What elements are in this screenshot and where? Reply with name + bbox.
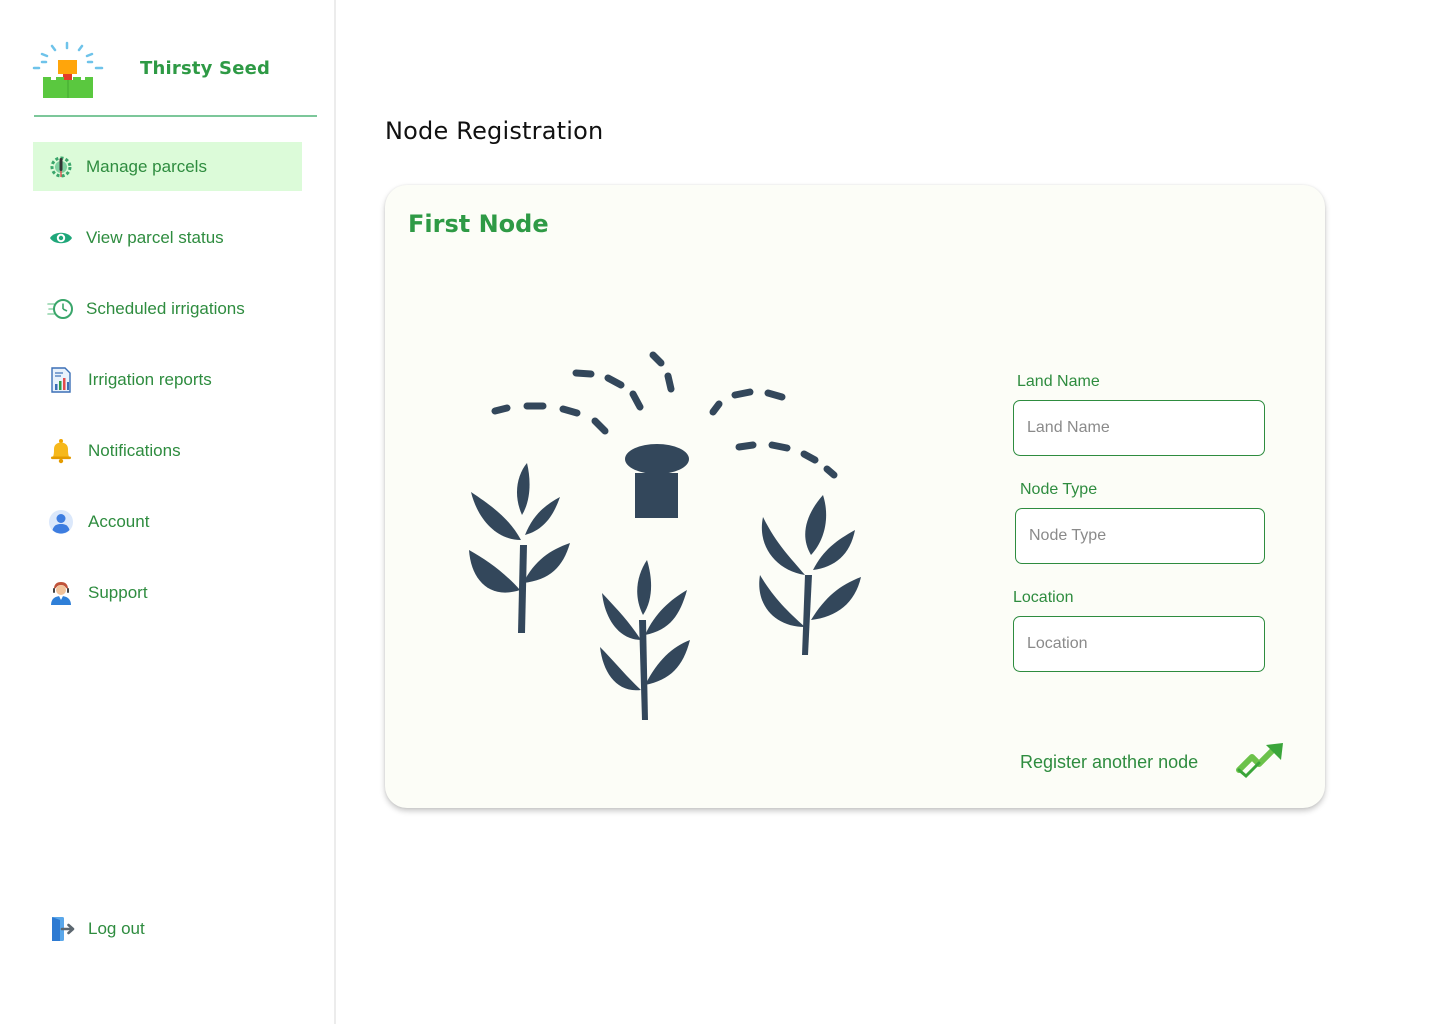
user-icon (47, 508, 75, 536)
register-another-node-button[interactable]: Register another node (1020, 743, 1290, 788)
bell-icon (47, 437, 75, 465)
land-name-label: Land Name (1017, 373, 1100, 390)
sidebar-item-support[interactable]: Support (33, 568, 302, 617)
sidebar-item-label: Notifications (88, 440, 181, 460)
node-type-label: Node Type (1020, 481, 1098, 498)
sidebar: Thirsty Seed Manage parcels View parcel … (0, 0, 336, 1024)
register-label: Register another node (1020, 752, 1199, 772)
clock-icon (47, 295, 75, 323)
sidebar-item-notifications[interactable]: Notifications (33, 426, 302, 475)
logout-button[interactable]: Log out (33, 905, 233, 954)
location-input[interactable] (1013, 616, 1265, 672)
sprinkler-plants-icon (469, 351, 861, 720)
report-chart-icon (47, 366, 75, 394)
sidebar-item-label: Account (88, 511, 150, 531)
sprinkler-logo-icon (32, 41, 104, 98)
sidebar-item-label: Irrigation reports (88, 369, 212, 389)
support-agent-icon (47, 579, 75, 607)
logout-icon (49, 915, 77, 943)
land-name-input[interactable] (1013, 400, 1265, 456)
node-type-input[interactable] (1015, 508, 1265, 564)
sidebar-item-label: View parcel status (86, 227, 224, 247)
brand-divider (34, 115, 317, 117)
sidebar-item-label: Support (88, 582, 148, 602)
logout-label: Log out (88, 919, 145, 938)
sidebar-item-irrigation-reports[interactable]: Irrigation reports (33, 355, 302, 404)
sidebar-item-label: Scheduled irrigations (86, 298, 245, 318)
location-label: Location (1013, 589, 1074, 606)
sidebar-item-view-parcel-status[interactable]: View parcel status (33, 213, 302, 262)
sidebar-item-manage-parcels[interactable]: Manage parcels (33, 142, 302, 191)
parcel-gear-icon (47, 153, 75, 181)
trending-up-arrow-icon (1236, 743, 1283, 779)
sidebar-item-label: Manage parcels (86, 156, 207, 176)
node-registration-card: First Node Land Name Land Name Node Type… (385, 185, 1325, 808)
card-title: First Node (408, 210, 549, 238)
eye-icon (47, 224, 75, 252)
sidebar-item-scheduled-irrigations[interactable]: Scheduled irrigations (33, 284, 302, 333)
brand-name: Thirsty Seed (140, 58, 271, 79)
sidebar-item-account[interactable]: Account (33, 497, 302, 546)
brand[interactable]: Thirsty Seed (30, 40, 320, 100)
page-title: Node Registration (385, 117, 604, 145)
